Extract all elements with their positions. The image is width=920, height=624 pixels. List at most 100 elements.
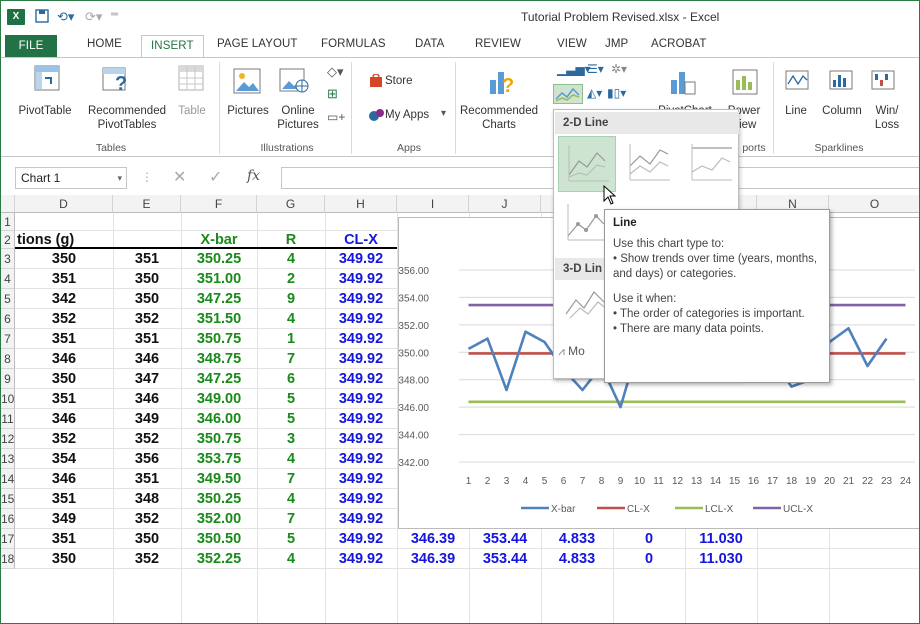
cell-d[interactable]: 349 bbox=[15, 509, 113, 529]
insert-function-button[interactable]: fx bbox=[247, 168, 260, 184]
tab-formulas[interactable]: FORMULAS bbox=[321, 38, 386, 50]
cell-e[interactable]: 346 bbox=[113, 389, 181, 409]
cell-h[interactable]: 349.92 bbox=[325, 489, 397, 509]
more-line-charts-link[interactable]: ⩘ Mo bbox=[558, 344, 585, 359]
cell-d[interactable]: 354 bbox=[15, 449, 113, 469]
stock-chart-icon[interactable]: ▮▯▾ bbox=[607, 86, 626, 100]
cell-k[interactable]: 4.833 bbox=[541, 549, 613, 569]
save-icon[interactable] bbox=[35, 9, 49, 26]
cell-f[interactable]: 350.25 bbox=[181, 489, 257, 509]
cell-f[interactable]: 352.00 bbox=[181, 509, 257, 529]
cell-d[interactable]: 351 bbox=[15, 329, 113, 349]
cell-d[interactable]: 351 bbox=[15, 529, 113, 549]
cell-e[interactable]: 349 bbox=[113, 409, 181, 429]
cell-e[interactable]: 356 bbox=[113, 449, 181, 469]
cell-f[interactable]: 350.25 bbox=[181, 249, 257, 269]
cell-j[interactable]: 353.44 bbox=[469, 529, 541, 549]
cell-i[interactable]: 346.39 bbox=[397, 549, 469, 569]
cell-g[interactable]: 5 bbox=[257, 529, 325, 549]
cell-g[interactable]: 4 bbox=[257, 309, 325, 329]
cell-d[interactable]: 346 bbox=[15, 409, 113, 429]
pivottable-button[interactable]: PivotTable bbox=[5, 104, 85, 118]
row-header[interactable]: 11 bbox=[1, 409, 15, 429]
chart-type-stacked-line[interactable] bbox=[620, 136, 678, 192]
cell-m[interactable]: 11.030 bbox=[685, 549, 757, 569]
row-header[interactable]: 5 bbox=[1, 289, 15, 309]
cell-g[interactable]: 4 bbox=[257, 489, 325, 509]
row-header[interactable]: 14 bbox=[1, 469, 15, 489]
cell-f[interactable]: 349.50 bbox=[181, 469, 257, 489]
radar-chart-icon[interactable]: ✲▾ bbox=[611, 62, 627, 76]
cell-e[interactable]: 352 bbox=[113, 509, 181, 529]
cell-f[interactable]: 350.50 bbox=[181, 529, 257, 549]
my-apps-button[interactable]: My Apps bbox=[385, 108, 449, 122]
name-box[interactable]: Chart 1 ▾ bbox=[15, 167, 127, 189]
cell-f[interactable]: 346.00 bbox=[181, 409, 257, 429]
col-header-j[interactable]: J bbox=[469, 195, 541, 213]
cell-h[interactable]: 349.92 bbox=[325, 389, 397, 409]
cell-f[interactable]: 351.00 bbox=[181, 269, 257, 289]
row-header[interactable]: 15 bbox=[1, 489, 15, 509]
cell-h[interactable]: 349.92 bbox=[325, 349, 397, 369]
col-header-e[interactable]: E bbox=[113, 195, 181, 213]
cell-h[interactable]: 349.92 bbox=[325, 469, 397, 489]
cell-f[interactable]: 352.25 bbox=[181, 549, 257, 569]
cell-h[interactable]: 349.92 bbox=[325, 509, 397, 529]
row-header[interactable]: 17 bbox=[1, 529, 15, 549]
row-header[interactable]: 10 bbox=[1, 389, 15, 409]
cell-g[interactable]: 7 bbox=[257, 509, 325, 529]
cell-e[interactable]: 350 bbox=[113, 269, 181, 289]
chart-type-100-stacked-line[interactable] bbox=[682, 136, 740, 192]
tab-review[interactable]: REVIEW bbox=[475, 38, 521, 50]
cell-h[interactable]: 349.92 bbox=[325, 409, 397, 429]
line-chart-gallery-button[interactable] bbox=[553, 84, 583, 104]
tab-view[interactable]: VIEW bbox=[557, 38, 587, 50]
row-header[interactable]: 6 bbox=[1, 309, 15, 329]
cell-d[interactable]: 351 bbox=[15, 269, 113, 289]
cell-f[interactable]: 351.50 bbox=[181, 309, 257, 329]
cell-h[interactable]: 349.92 bbox=[325, 249, 397, 269]
cancel-icon[interactable]: ✕ bbox=[173, 167, 186, 187]
cell-g[interactable]: 5 bbox=[257, 389, 325, 409]
sparkline-winloss-button[interactable]: Win/ Loss bbox=[869, 104, 905, 132]
cell-g[interactable]: 9 bbox=[257, 289, 325, 309]
table-button[interactable]: Table bbox=[173, 104, 211, 118]
col-header-o[interactable]: O bbox=[829, 195, 919, 213]
cell-g[interactable]: 7 bbox=[257, 349, 325, 369]
cell-d[interactable] bbox=[15, 213, 113, 231]
cell-e[interactable]: 348 bbox=[113, 489, 181, 509]
cell-g[interactable]: 4 bbox=[257, 549, 325, 569]
cell-f[interactable]: 349.00 bbox=[181, 389, 257, 409]
tab-data[interactable]: DATA bbox=[415, 38, 444, 50]
cell-d[interactable]: 350 bbox=[15, 549, 113, 569]
cell-g[interactable]: 4 bbox=[257, 449, 325, 469]
cell-e[interactable]: 350 bbox=[113, 289, 181, 309]
cell-d[interactable]: 350 bbox=[15, 369, 113, 389]
row-header[interactable]: 16 bbox=[1, 509, 15, 529]
cell-f[interactable] bbox=[181, 213, 257, 231]
my-apps-dropdown-icon[interactable]: ▾ bbox=[441, 108, 446, 119]
name-box-dropdown-icon[interactable]: ▾ bbox=[117, 168, 122, 188]
online-pictures-button[interactable]: Online Pictures bbox=[273, 104, 323, 132]
cell-e[interactable]: 352 bbox=[113, 549, 181, 569]
cell-f[interactable]: 347.25 bbox=[181, 289, 257, 309]
undo-icon[interactable]: ⟲▾ bbox=[57, 9, 74, 25]
cell-d[interactable]: 346 bbox=[15, 469, 113, 489]
row-header[interactable]: 7 bbox=[1, 329, 15, 349]
recommended-pivottables-button[interactable]: Recommended PivotTables bbox=[81, 104, 173, 132]
cell-h[interactable]: 349.92 bbox=[325, 309, 397, 329]
screenshot-icon[interactable]: ▭+ bbox=[327, 110, 345, 124]
cell-h[interactable]: 349.92 bbox=[325, 369, 397, 389]
cell-e[interactable]: 350 bbox=[113, 529, 181, 549]
cell-g[interactable]: 4 bbox=[257, 249, 325, 269]
cell-e[interactable]: 351 bbox=[113, 469, 181, 489]
cell-d[interactable]: 342 bbox=[15, 289, 113, 309]
cell-l[interactable]: 0 bbox=[613, 549, 685, 569]
cell-f[interactable]: 350.75 bbox=[181, 429, 257, 449]
cell-g[interactable]: 7 bbox=[257, 469, 325, 489]
cell-h[interactable]: 349.92 bbox=[325, 449, 397, 469]
cell-j[interactable]: 353.44 bbox=[469, 549, 541, 569]
pictures-button[interactable]: Pictures bbox=[225, 104, 271, 118]
cell-g[interactable]: 5 bbox=[257, 409, 325, 429]
cell-l[interactable]: 0 bbox=[613, 529, 685, 549]
